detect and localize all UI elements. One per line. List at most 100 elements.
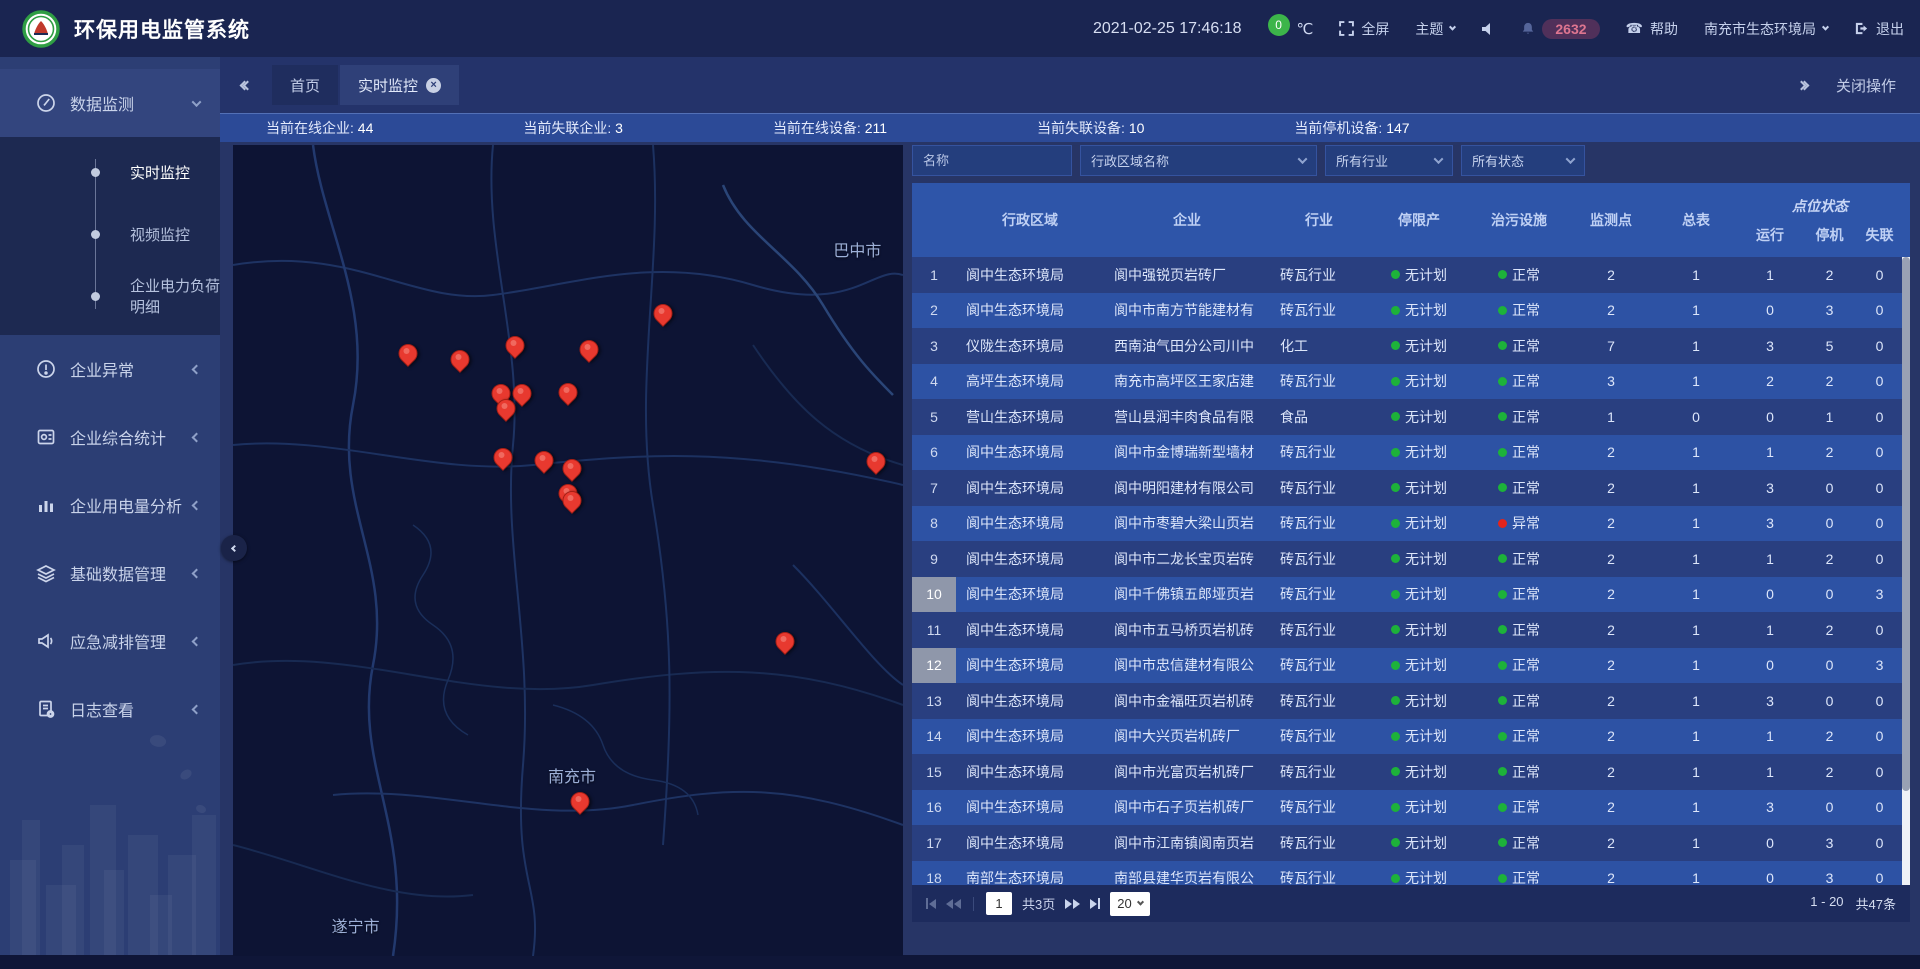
sidebar-group-emergency[interactable]: 应急减排管理 bbox=[0, 607, 220, 675]
tab-realtime-monitor[interactable]: 实时监控 × bbox=[340, 65, 459, 105]
temperature-indicator: 0 ℃ bbox=[1268, 20, 1314, 38]
table-row[interactable]: 13阆中生态环境局阆中市金福旺页岩机砖砖瓦行业无计划正常21300 bbox=[912, 683, 1902, 719]
map-pin[interactable] bbox=[494, 448, 511, 465]
sidebar-item-power-load-detail[interactable]: 企业电力负荷明细 bbox=[0, 265, 220, 327]
status-dot bbox=[1498, 661, 1507, 670]
sidebar-item-video-monitor[interactable]: 视频监控 bbox=[0, 203, 220, 265]
map-pin[interactable] bbox=[451, 350, 468, 367]
map-pin[interactable] bbox=[866, 452, 883, 469]
col-facility: 治污设施 bbox=[1470, 183, 1568, 257]
map-pin[interactable] bbox=[497, 399, 514, 416]
map-pin[interactable] bbox=[399, 344, 416, 361]
table-row[interactable]: 6阆中生态环境局阆中市金博瑞新型墙材砖瓦行业无计划正常21120 bbox=[912, 435, 1902, 471]
table-row[interactable]: 17阆中生态环境局阆中市江南镇阆南页岩砖瓦行业无计划正常21030 bbox=[912, 825, 1902, 861]
row-index: 4 bbox=[912, 364, 956, 400]
current-page-box[interactable]: 1 bbox=[986, 892, 1012, 915]
fullscreen-button[interactable]: 全屏 bbox=[1339, 19, 1389, 39]
status-dot bbox=[1391, 412, 1400, 421]
sound-toggle[interactable] bbox=[1481, 22, 1495, 36]
chevron-left-icon bbox=[192, 432, 202, 442]
sidebar-item-realtime-monitor[interactable]: 实时监控 bbox=[0, 141, 220, 203]
enterprise-table: 行政区域 企业 行业 停限产 治污设施 监测点 总表 点位状态 运行 停机 bbox=[912, 183, 1910, 885]
tabs-scroll-left-button[interactable] bbox=[220, 82, 272, 89]
status-dot bbox=[1498, 377, 1507, 386]
scrollbar-thumb[interactable] bbox=[1902, 257, 1910, 791]
row-index: 16 bbox=[912, 790, 956, 826]
row-index: 15 bbox=[912, 754, 956, 790]
status-dot bbox=[1391, 838, 1400, 847]
prev-page-button[interactable] bbox=[946, 899, 961, 909]
table-row[interactable]: 15阆中生态环境局阆中市光富页岩机砖厂砖瓦行业无计划正常21120 bbox=[912, 754, 1902, 790]
app-logo-icon bbox=[22, 10, 60, 48]
industry-filter-select[interactable]: 所有行业 bbox=[1325, 145, 1453, 176]
table-row[interactable]: 10阆中生态环境局阆中千佛镇五郎垭页岩砖瓦行业无计划正常21003 bbox=[912, 577, 1902, 613]
logout-button[interactable]: 退出 bbox=[1854, 19, 1904, 39]
map-pin[interactable] bbox=[559, 383, 576, 400]
status-dot bbox=[1498, 696, 1507, 705]
notifications[interactable]: 2632 bbox=[1521, 19, 1599, 39]
pagination-bar: 1 共3页 20 1 - 20 共47条 bbox=[912, 885, 1910, 922]
status-dot bbox=[1498, 838, 1507, 847]
table-row[interactable]: 11阆中生态环境局阆中市五马桥页岩机砖砖瓦行业无计划正常21120 bbox=[912, 612, 1902, 648]
table-row[interactable]: 4高坪生态环境局南充市高坪区王家店建砖瓦行业无计划正常31220 bbox=[912, 364, 1902, 400]
panel-collapse-button[interactable] bbox=[221, 535, 247, 561]
table-row[interactable]: 9阆中生态环境局阆中市二龙长宝页岩砖砖瓦行业无计划正常21120 bbox=[912, 541, 1902, 577]
layers-icon bbox=[36, 563, 56, 583]
org-dropdown[interactable]: 南充市生态环境局 bbox=[1704, 19, 1828, 39]
sidebar-group-logs[interactable]: 日志查看 bbox=[0, 675, 220, 743]
bar-chart-icon bbox=[36, 495, 56, 515]
region-filter-select[interactable]: 行政区域名称 bbox=[1080, 145, 1317, 176]
map-panel[interactable]: 巴中市 南充市 遂宁市 bbox=[233, 145, 903, 956]
map-pin[interactable] bbox=[653, 304, 670, 321]
chevron-down-icon bbox=[1822, 24, 1829, 31]
sidebar-group-data-monitor[interactable]: 数据监测 bbox=[0, 69, 220, 137]
next-page-button[interactable] bbox=[1065, 899, 1080, 909]
help-button[interactable]: ☎ 帮助 bbox=[1626, 19, 1678, 39]
sidebar-group-company-stats[interactable]: 企业综合统计 bbox=[0, 403, 220, 471]
map-pin[interactable] bbox=[563, 491, 580, 508]
map-pin[interactable] bbox=[580, 340, 597, 357]
close-operations-button[interactable]: 关闭操作 bbox=[1836, 75, 1896, 96]
map-pin[interactable] bbox=[776, 632, 793, 649]
status-filter-select[interactable]: 所有状态 bbox=[1461, 145, 1585, 176]
row-index: 18 bbox=[912, 861, 956, 886]
chevron-left-icon bbox=[192, 364, 202, 374]
map-pin[interactable] bbox=[563, 459, 580, 476]
first-page-button[interactable] bbox=[926, 898, 936, 909]
last-page-button[interactable] bbox=[1090, 898, 1100, 909]
map-pin[interactable] bbox=[571, 792, 588, 809]
map-pin[interactable] bbox=[513, 384, 530, 401]
page-size-select[interactable]: 20 bbox=[1110, 892, 1149, 916]
table-row[interactable]: 8阆中生态环境局阆中市枣碧大梁山页岩砖瓦行业无计划异常21300 bbox=[912, 506, 1902, 542]
table-row[interactable]: 5营山生态环境局营山县润丰肉食品有限食品无计划正常10010 bbox=[912, 399, 1902, 435]
map-pin[interactable] bbox=[506, 336, 523, 353]
table-body: 1阆中生态环境局阆中强锐页岩砖厂砖瓦行业无计划正常211202阆中生态环境局阆中… bbox=[912, 257, 1910, 885]
table-row[interactable]: 12阆中生态环境局阆中市忠信建材有限公砖瓦行业无计划正常21003 bbox=[912, 648, 1902, 684]
status-dot bbox=[1391, 270, 1400, 279]
tabs-scroll-right-button[interactable] bbox=[1800, 82, 1806, 89]
chevron-left-icon bbox=[192, 568, 202, 578]
table-row[interactable]: 7阆中生态环境局阆中明阳建材有限公司砖瓦行业无计划正常21300 bbox=[912, 470, 1902, 506]
table-row[interactable]: 16阆中生态环境局阆中市石子页岩机砖厂砖瓦行业无计划正常21300 bbox=[912, 790, 1902, 826]
table-row[interactable]: 3仪陇生态环境局西南油气田分公司川中化工无计划正常71350 bbox=[912, 328, 1902, 364]
status-dot bbox=[1391, 767, 1400, 776]
col-lost: 失联 bbox=[1857, 225, 1902, 245]
table-row[interactable]: 1阆中生态环境局阆中强锐页岩砖厂砖瓦行业无计划正常21120 bbox=[912, 257, 1902, 293]
tab-home[interactable]: 首页 bbox=[272, 65, 338, 105]
table-row[interactable]: 18南部生态环境局南部县建华页岩有限公砖瓦行业无计划正常21030 bbox=[912, 861, 1902, 886]
map-pin[interactable] bbox=[535, 451, 552, 468]
phone-icon: ☎ bbox=[1626, 20, 1643, 37]
table-scrollbar[interactable] bbox=[1902, 257, 1910, 885]
sidebar-group-power-analysis[interactable]: 企业用电量分析 bbox=[0, 471, 220, 539]
alert-circle-icon bbox=[36, 359, 56, 379]
tab-close-icon[interactable]: × bbox=[426, 78, 441, 93]
sidebar-group-company-abnormal[interactable]: 企业异常 bbox=[0, 335, 220, 403]
total-pages-label: 共3页 bbox=[1022, 894, 1055, 913]
sidebar-group-base-data[interactable]: 基础数据管理 bbox=[0, 539, 220, 607]
table-row[interactable]: 14阆中生态环境局阆中大兴页岩机砖厂砖瓦行业无计划正常21120 bbox=[912, 719, 1902, 755]
table-row[interactable]: 2阆中生态环境局阆中市南方节能建材有砖瓦行业无计划正常21030 bbox=[912, 293, 1902, 329]
theme-dropdown[interactable]: 主题 bbox=[1415, 19, 1455, 39]
gauge-icon bbox=[36, 93, 56, 113]
name-filter-input[interactable] bbox=[912, 145, 1072, 176]
row-index: 9 bbox=[912, 541, 956, 577]
